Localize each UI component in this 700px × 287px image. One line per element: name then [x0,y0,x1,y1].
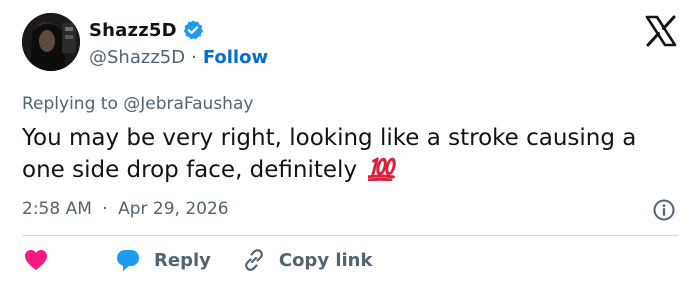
display-name[interactable]: Shazz5D [89,20,177,41]
tweet-card: Shazz5D @Shazz5D · Follow Replying to @J… [0,0,700,287]
tweet-text: You may be very right, looking like a st… [22,122,662,186]
tweet-body: You may be very right, looking like a st… [22,125,637,183]
like-button[interactable] [22,247,50,273]
follow-button[interactable]: Follow [203,47,268,68]
copy-link-button[interactable]: Copy link [241,247,373,273]
tweet-time[interactable]: 2:58 AM [22,199,92,219]
reply-label: Reply [154,249,211,271]
separator-dot: · [191,47,197,68]
handle-row: @Shazz5D · Follow [89,47,268,68]
reply-bubble-icon [114,247,142,273]
divider [22,235,678,236]
link-icon [241,247,267,273]
reply-context[interactable]: Replying to @JebraFaushay [22,94,253,114]
handle[interactable]: @Shazz5D [89,47,185,68]
avatar-image [22,13,80,71]
heart-icon [22,247,50,273]
reply-button[interactable]: Reply [114,247,211,273]
author-block: Shazz5D @Shazz5D · Follow [89,18,268,69]
verified-badge-icon [182,19,204,41]
x-logo-icon[interactable] [644,14,678,48]
action-bar: Reply Copy link [22,246,372,274]
copy-link-label: Copy link [278,249,373,271]
tweet-date[interactable]: Apr 29, 2026 [118,199,229,219]
hundred-points-emoji [366,155,398,182]
meta-separator: · [102,199,108,219]
info-icon[interactable] [652,198,676,222]
name-row: Shazz5D [89,18,268,42]
avatar[interactable] [22,13,80,71]
tweet-meta: 2:58 AM · Apr 29, 2026 [22,199,229,219]
